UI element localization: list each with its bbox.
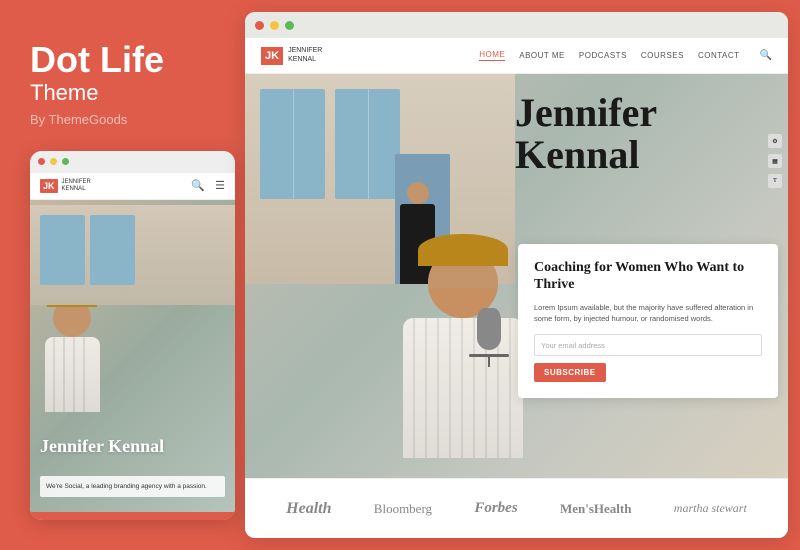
desktop-top-bar — [245, 12, 788, 38]
mobile-footer-bar — [30, 512, 235, 520]
hero-title: Jennifer Kennal — [515, 92, 657, 176]
brand-bloomberg: Bloomberg — [374, 501, 432, 517]
desktop-dot-yellow-icon — [270, 21, 279, 30]
mobile-hero-title: Jennifer Kennal — [40, 437, 164, 457]
mobile-jk-box: JK — [40, 179, 58, 193]
mobile-menu-icon[interactable]: ☰ — [215, 179, 225, 192]
mobile-jk-logo: JK JENNIFER KENNAL — [40, 179, 91, 193]
desktop-jk-text: JENNIFER KENNAL — [288, 47, 322, 64]
nav-about[interactable]: ABOUT ME — [519, 51, 565, 60]
coaching-card-text: Lorem Ipsum available, but the majority … — [534, 302, 762, 325]
sidebar-icons: ⚙ ▦ T — [768, 134, 782, 188]
desktop-dot-red-icon — [255, 21, 264, 30]
desktop-hero: Jennifer Kennal ⚙ ▦ T Coaching for Women… — [245, 74, 788, 478]
dot-yellow-icon — [50, 158, 57, 165]
type-icon: T — [768, 174, 782, 188]
desktop-search-icon[interactable]: 🔍 — [760, 50, 772, 61]
nav-courses[interactable]: COURSES — [641, 51, 684, 60]
subscribe-button[interactable]: SUBSCRIBE — [534, 363, 606, 382]
brand-forbes: Forbes — [474, 500, 517, 517]
nav-podcasts[interactable]: PODCASTS — [579, 51, 627, 60]
desktop-jk-box: JK — [261, 47, 283, 65]
nav-contact[interactable]: CONTACT — [698, 51, 740, 60]
theme-subtitle: Theme — [30, 80, 215, 106]
coaching-card: Coaching for Women Who Want to Thrive Lo… — [518, 244, 778, 398]
desktop-nav: JK JENNIFER KENNAL HOME ABOUT ME PODCAST… — [245, 38, 788, 74]
mobile-top-bar — [30, 151, 235, 173]
mobile-person — [45, 299, 100, 412]
email-input[interactable]: Your email address — [534, 334, 762, 356]
desktop-nav-links: HOME ABOUT ME PODCASTS COURSES CONTACT 🔍 — [479, 50, 772, 61]
grid-icon: ▦ — [768, 154, 782, 168]
theme-title: Dot Life — [30, 40, 215, 80]
brand-martha: martha stewart — [674, 501, 747, 516]
desktop-jk-logo: JK JENNIFER KENNAL — [261, 47, 322, 65]
theme-by: By ThemeGoods — [30, 112, 215, 127]
dot-green-icon — [62, 158, 69, 165]
left-panel: Dot Life Theme By ThemeGoods JK JENNIFER… — [0, 0, 245, 550]
mobile-search-icon[interactable]: 🔍 — [191, 179, 205, 192]
dot-red-icon — [38, 158, 45, 165]
desktop-dot-green-icon — [285, 21, 294, 30]
brand-menshealth: Men'sHealth — [560, 501, 632, 517]
coaching-card-title: Coaching for Women Who Want to Thrive — [534, 260, 762, 294]
microphone-icon — [461, 308, 516, 398]
mobile-jk-text: JENNIFER KENNAL — [62, 179, 91, 193]
mobile-mockup: JK JENNIFER KENNAL 🔍 ☰ — [30, 151, 235, 520]
nav-home[interactable]: HOME — [479, 50, 505, 61]
mobile-hero: Jennifer Kennal We're Social, a leading … — [30, 200, 235, 512]
desktop-mockup: JK JENNIFER KENNAL HOME ABOUT ME PODCAST… — [245, 12, 788, 538]
brands-bar: Health Bloomberg Forbes Men'sHealth mart… — [245, 478, 788, 538]
brand-health: Health — [286, 500, 331, 518]
mobile-hero-text: We're Social, a leading branding agency … — [40, 476, 225, 497]
desktop-content: JK JENNIFER KENNAL HOME ABOUT ME PODCAST… — [245, 38, 788, 538]
gear-icon: ⚙ — [768, 134, 782, 148]
mobile-nav: JK JENNIFER KENNAL 🔍 ☰ — [30, 173, 235, 200]
